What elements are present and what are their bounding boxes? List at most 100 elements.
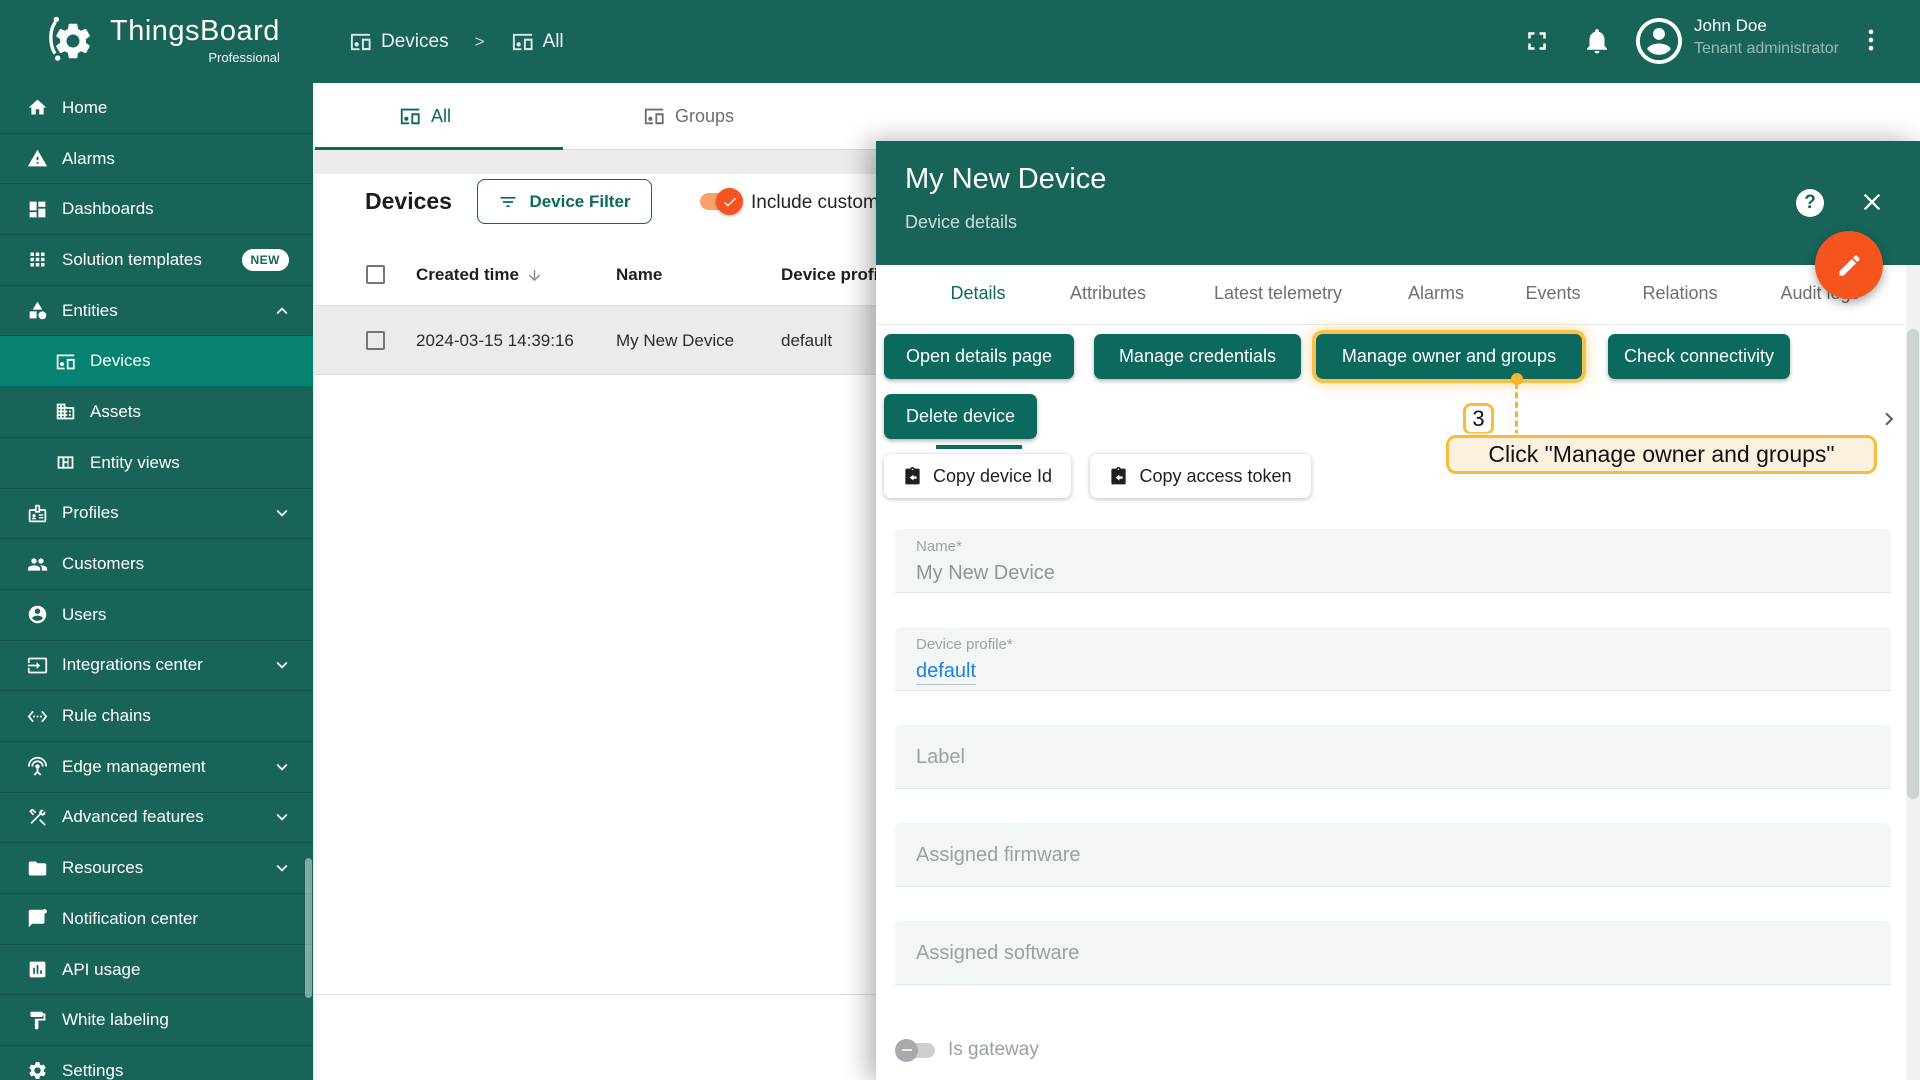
avatar[interactable]	[1636, 18, 1682, 64]
user-name: John Doe	[1694, 16, 1767, 35]
chevron-down-icon	[271, 502, 293, 524]
tab-details[interactable]: Details	[950, 265, 1005, 321]
badge-icon	[27, 503, 48, 524]
notifications-bell-icon[interactable]	[1582, 26, 1612, 56]
sidebar-item-profiles[interactable]: Profiles	[0, 489, 313, 540]
sidebar-item-alarms[interactable]: Alarms	[0, 134, 313, 185]
input-icon	[27, 655, 48, 676]
gear-icon	[27, 1060, 48, 1080]
copy-access-token-button[interactable]: Copy access token	[1090, 454, 1311, 498]
manage-owner-and-groups-button[interactable]: Manage owner and groups	[1316, 334, 1582, 379]
panel-header: My New Device Device details ?	[876, 141, 1920, 265]
tab-events[interactable]: Events	[1525, 265, 1580, 321]
annotation-leader-line	[1515, 383, 1518, 436]
panel-scrollbar[interactable]	[1906, 265, 1920, 1080]
manage-credentials-button[interactable]: Manage credentials	[1094, 334, 1301, 379]
scrollbar-thumb[interactable]	[1907, 329, 1919, 799]
sidebar-item-integrations-center[interactable]: Integrations center	[0, 641, 313, 692]
sidebar-item-assets[interactable]: Assets	[0, 387, 313, 438]
tabs-scroll-right-icon[interactable]	[1876, 406, 1902, 432]
device-profile-field-label: Device profile*	[916, 636, 1013, 653]
sidebar-item-resources[interactable]: Resources	[0, 843, 313, 894]
tab-latest-telemetry[interactable]: Latest telemetry	[1214, 265, 1342, 321]
copy-device-id-button[interactable]: Copy device Id	[884, 454, 1071, 498]
assigned-firmware-placeholder: Assigned firmware	[916, 844, 1081, 866]
breadcrumb-all[interactable]: All	[511, 30, 564, 53]
app-edition: Professional	[208, 50, 280, 65]
sidebar-item-white-labeling[interactable]: White labeling	[0, 995, 313, 1047]
label-field[interactable]: Label	[895, 725, 1891, 789]
sidebar-item-api-usage[interactable]: API usage	[0, 945, 313, 996]
sidebar-item-dashboards[interactable]: Dashboards	[0, 184, 313, 236]
dashboard-icon	[27, 199, 48, 220]
toggle-track	[895, 1038, 935, 1062]
tab-attributes[interactable]: Attributes	[1070, 265, 1146, 321]
edit-fab-button[interactable]	[1815, 231, 1883, 299]
home-icon	[27, 97, 48, 118]
sidebar-item-users[interactable]: Users	[0, 590, 313, 641]
user-role: Tenant administrator	[1694, 40, 1839, 57]
device-profile-field[interactable]: Device profile* default	[895, 627, 1891, 691]
tab-groups[interactable]: Groups	[643, 83, 734, 149]
new-badge: NEW	[241, 249, 289, 272]
app-logo[interactable]: ThingsBoard Professional	[46, 14, 280, 68]
include-customers-toggle[interactable]	[700, 188, 744, 216]
panel-active-tab-underline	[936, 445, 1022, 449]
sidebar-item-edge-management[interactable]: Edge management	[0, 742, 313, 793]
tools-icon	[27, 807, 48, 828]
sidebar-item-home[interactable]: Home	[0, 83, 313, 134]
tab-alarms[interactable]: Alarms	[1408, 265, 1464, 321]
sidebar-item-advanced-features[interactable]: Advanced features	[0, 793, 313, 844]
fullscreen-icon[interactable]	[1522, 26, 1552, 56]
kebab-menu-icon[interactable]	[1857, 26, 1885, 54]
sidebar-scrollbar[interactable]	[305, 858, 312, 998]
entity-tab-bar: All Groups	[313, 83, 1920, 150]
category-icon	[27, 300, 48, 321]
sidebar-item-settings[interactable]: Settings	[0, 1046, 313, 1080]
close-icon[interactable]	[1858, 188, 1886, 216]
is-gateway-toggle[interactable]: Is gateway	[895, 1037, 1039, 1063]
sidebar-item-rule-chains[interactable]: Rule chains	[0, 691, 313, 742]
check-connectivity-button[interactable]: Check connectivity	[1608, 334, 1790, 379]
delete-device-button[interactable]: Delete device	[884, 394, 1037, 439]
select-all-checkbox[interactable]	[366, 265, 385, 284]
column-created-time[interactable]: Created time	[416, 265, 543, 285]
device-profile-link[interactable]: default	[916, 660, 977, 685]
sidebar-item-solution-templates[interactable]: Solution templates NEW	[0, 235, 313, 286]
devices-icon	[511, 30, 534, 53]
tab-relations[interactable]: Relations	[1642, 265, 1717, 321]
ethernet-icon	[27, 706, 48, 727]
device-details-panel: My New Device Device details ? Details A…	[876, 141, 1920, 1080]
cell-created-time: 2024-03-15 14:39:16	[416, 331, 574, 350]
column-name[interactable]: Name	[616, 265, 662, 285]
sidebar-item-entities[interactable]: Entities	[0, 286, 313, 337]
row-checkbox[interactable]	[366, 331, 385, 350]
open-details-page-button[interactable]: Open details page	[884, 334, 1074, 379]
person-icon	[1636, 18, 1682, 64]
assigned-software-field[interactable]: Assigned software	[895, 921, 1891, 985]
panel-title: My New Device	[905, 163, 1107, 195]
tab-all[interactable]: All	[399, 83, 451, 149]
sidebar-item-notification-center[interactable]: Notification center	[0, 894, 313, 945]
chevron-up-icon	[271, 300, 293, 322]
view-quilt-icon	[55, 452, 76, 473]
name-field-value: My New Device	[916, 562, 1055, 584]
breadcrumb-devices[interactable]: Devices	[349, 30, 449, 53]
sidebar-item-entity-views[interactable]: Entity views	[0, 438, 313, 489]
assigned-firmware-field[interactable]: Assigned firmware	[895, 823, 1891, 887]
top-bar: ThingsBoard Professional Devices > All J…	[0, 0, 1920, 83]
help-icon[interactable]: ?	[1796, 189, 1824, 217]
chat-bubble-icon	[27, 908, 48, 929]
bar-chart-icon	[27, 959, 48, 980]
sidebar-item-customers[interactable]: Customers	[0, 539, 313, 590]
warning-icon	[27, 148, 48, 169]
annotation-tooltip: Click "Manage owner and groups"	[1446, 435, 1877, 474]
sidebar: Home Alarms Dashboards Solution template…	[0, 83, 313, 1080]
filter-icon	[498, 192, 518, 212]
device-filter-button[interactable]: Device Filter	[477, 179, 652, 224]
devices-icon	[55, 351, 76, 372]
apps-grid-icon	[27, 249, 48, 270]
name-field[interactable]: Name* My New Device	[895, 529, 1891, 593]
app-name: ThingsBoard	[110, 15, 280, 47]
sidebar-item-devices[interactable]: Devices	[0, 336, 313, 388]
